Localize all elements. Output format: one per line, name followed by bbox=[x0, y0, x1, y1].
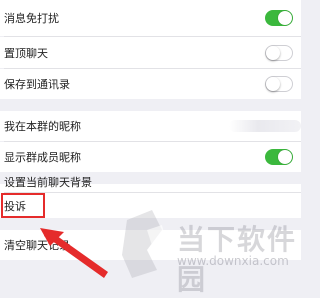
setting-label: 我在本群的昵称 bbox=[4, 120, 81, 133]
mute-toggle[interactable] bbox=[265, 10, 293, 26]
setting-label: 保存到通讯录 bbox=[4, 78, 70, 91]
setting-row-complain[interactable]: 投诉 bbox=[0, 193, 301, 218]
setting-row-mute[interactable]: 消息免打扰 bbox=[0, 0, 301, 36]
setting-label: 消息免打扰 bbox=[4, 12, 59, 25]
setting-row-save-contacts[interactable]: 保存到通讯录 bbox=[0, 69, 301, 99]
save-contacts-toggle[interactable] bbox=[265, 76, 293, 92]
pin-toggle[interactable] bbox=[265, 44, 293, 61]
setting-row-set-background-main[interactable] bbox=[0, 178, 301, 179]
setting-row-clear-history[interactable]: 清空聊天记录 bbox=[0, 230, 301, 260]
setting-row-pin[interactable]: 置顶聊天 bbox=[0, 37, 301, 68]
setting-label: 清空聊天记录 bbox=[4, 239, 70, 252]
setting-label: 设置当前聊天背景 bbox=[4, 176, 92, 189]
highlight-box bbox=[1, 193, 45, 218]
nickname-value bbox=[229, 120, 301, 132]
setting-row-my-nickname[interactable]: 我在本群的昵称 bbox=[0, 111, 301, 141]
show-member-nickname-toggle[interactable] bbox=[265, 149, 293, 165]
setting-label: 置顶聊天 bbox=[4, 46, 48, 60]
setting-row-show-member-nickname[interactable]: 显示群成员昵称 bbox=[0, 142, 301, 172]
setting-label: 显示群成员昵称 bbox=[4, 151, 81, 164]
